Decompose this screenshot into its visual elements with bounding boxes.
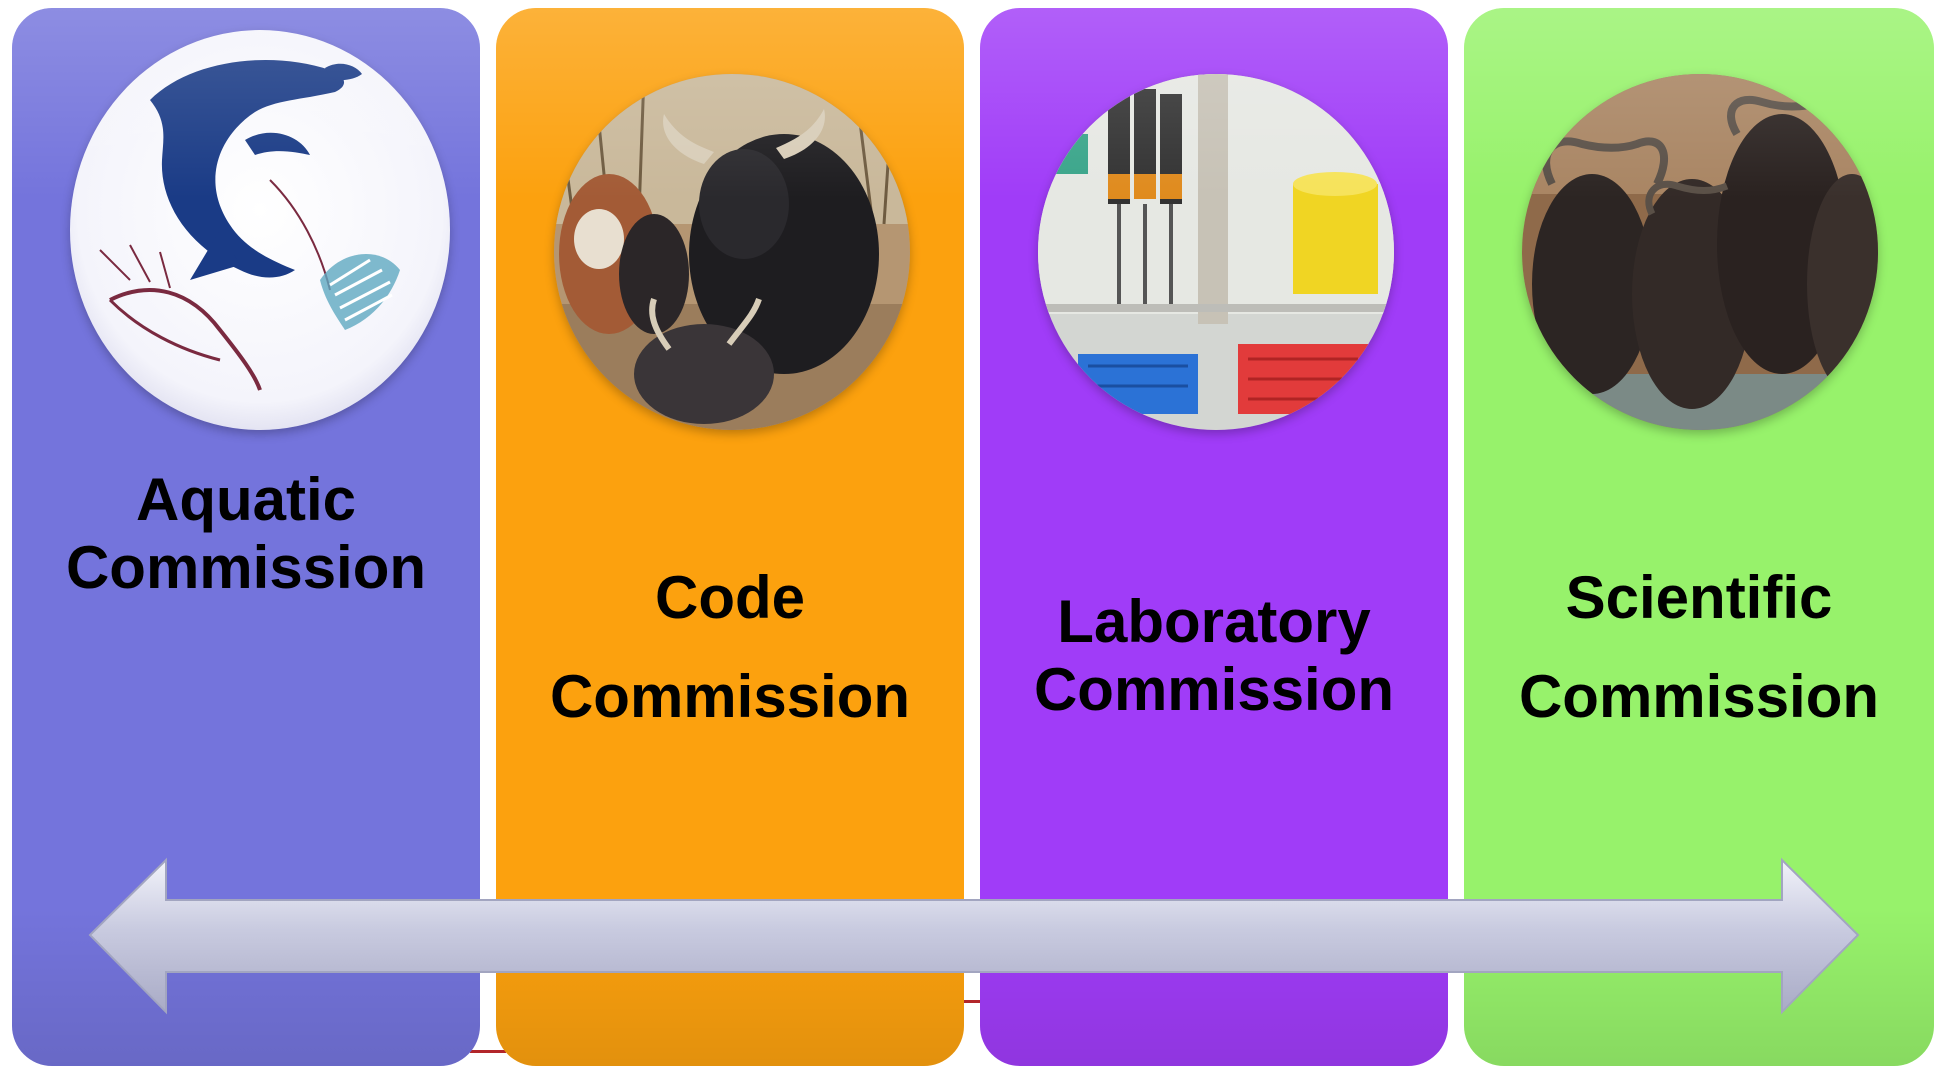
scientific-commission-label: Scientific <box>1565 564 1833 631</box>
laboratory-commission-label: Laboratory Commission <box>1033 588 1395 723</box>
connector-line-left <box>470 1050 506 1053</box>
buffalo-photo-icon <box>1522 74 1878 430</box>
code-commission-panel: Code Commission <box>496 8 964 1066</box>
code-commission-label-line2: Commission <box>549 663 911 730</box>
fish-shrimp-logo-icon <box>70 30 450 430</box>
cattle-photo-icon <box>554 74 910 430</box>
lab-pipettes-photo-icon <box>1038 74 1394 430</box>
aquatic-commission-label: Aquatic Commission <box>65 466 427 601</box>
scientific-commission-panel: Scientific Commission <box>1464 8 1934 1066</box>
code-commission-label: Code <box>655 564 805 631</box>
aquatic-commission-panel: Aquatic Commission <box>12 8 480 1066</box>
laboratory-commission-panel: Laboratory Commission <box>980 8 1448 1066</box>
scientific-commission-label-line2: Commission <box>1518 663 1880 730</box>
